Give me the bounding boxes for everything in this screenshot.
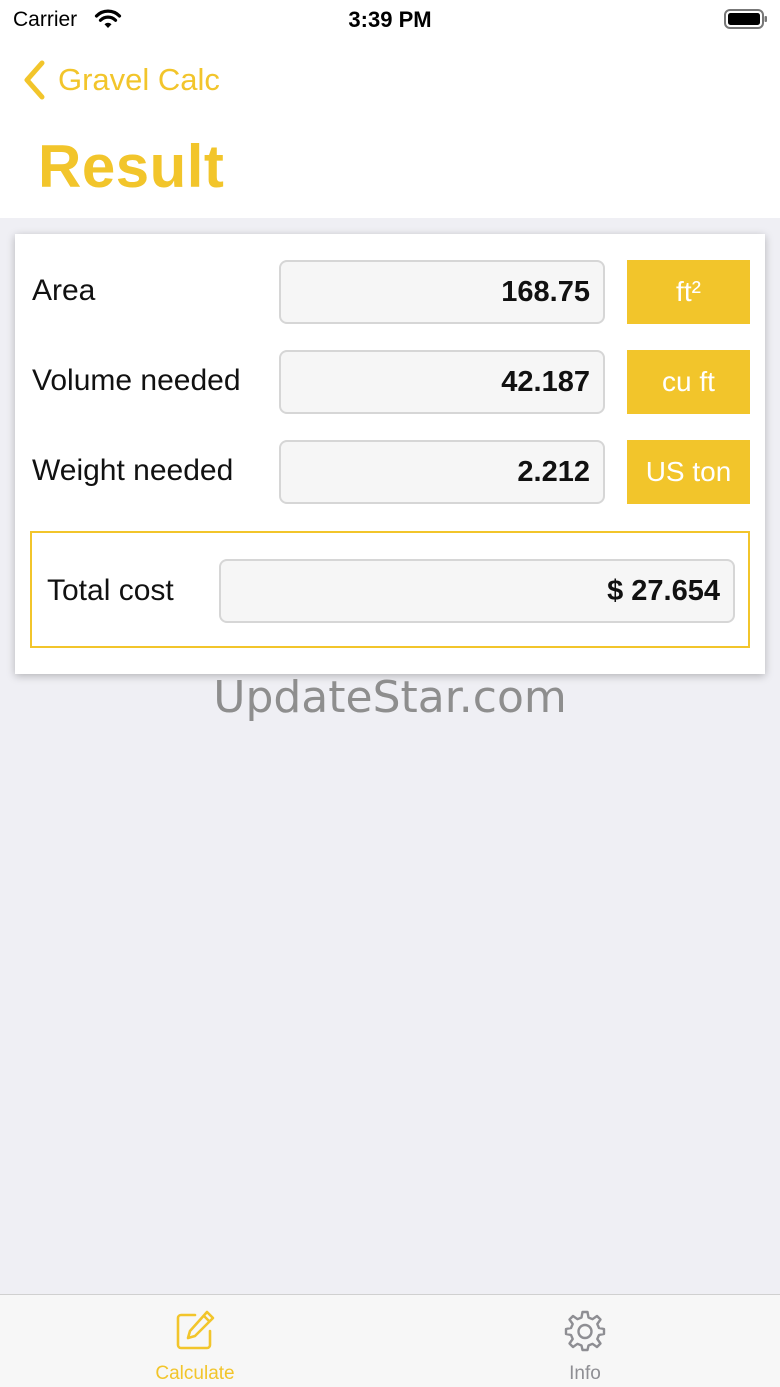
result-row-volume: Volume needed 42.187 cu ft [15,350,765,414]
back-button-label: Gravel Calc [58,62,220,97]
tab-bar: Calculate Info [0,1294,780,1387]
area-label: Area [32,274,96,307]
weight-unit-button[interactable]: US ton [627,440,750,504]
gear-icon [564,1310,606,1352]
status-time: 3:39 PM [348,7,432,32]
volume-unit-button[interactable]: cu ft [627,350,750,414]
page-title: Result [38,133,225,200]
area-value-field[interactable]: 168.75 [279,260,605,324]
chevron-left-icon [24,60,45,100]
weight-value-field[interactable]: 2.212 [279,440,605,504]
navigation-header: Carrier 3:39 PM Gravel Calc Result [0,0,780,218]
results-card: Area 168.75 ft² Volume needed 42.187 cu … [15,234,765,674]
tab-info-label: Info [569,1363,601,1384]
volume-value-field[interactable]: 42.187 [279,350,605,414]
total-cost-value-field[interactable]: $ 27.654 [219,559,735,623]
total-cost-label: Total cost [47,574,174,607]
result-row-area: Area 168.75 ft² [15,260,765,324]
tab-calculate[interactable]: Calculate [0,1295,390,1387]
watermark: UpdateStar.com [213,672,567,723]
tab-info[interactable]: Info [390,1295,780,1387]
total-cost-box: Total cost $ 27.654 [30,531,750,648]
edit-icon [176,1310,215,1350]
result-row-weight: Weight needed 2.212 US ton [15,440,765,504]
back-button[interactable]: Gravel Calc [22,58,220,102]
battery-icon [724,9,767,29]
weight-label: Weight needed [32,454,234,487]
status-bar: Carrier 3:39 PM [0,0,780,40]
tab-calculate-label: Calculate [155,1363,235,1384]
area-unit-button[interactable]: ft² [627,260,750,324]
volume-label: Volume needed [32,364,241,397]
